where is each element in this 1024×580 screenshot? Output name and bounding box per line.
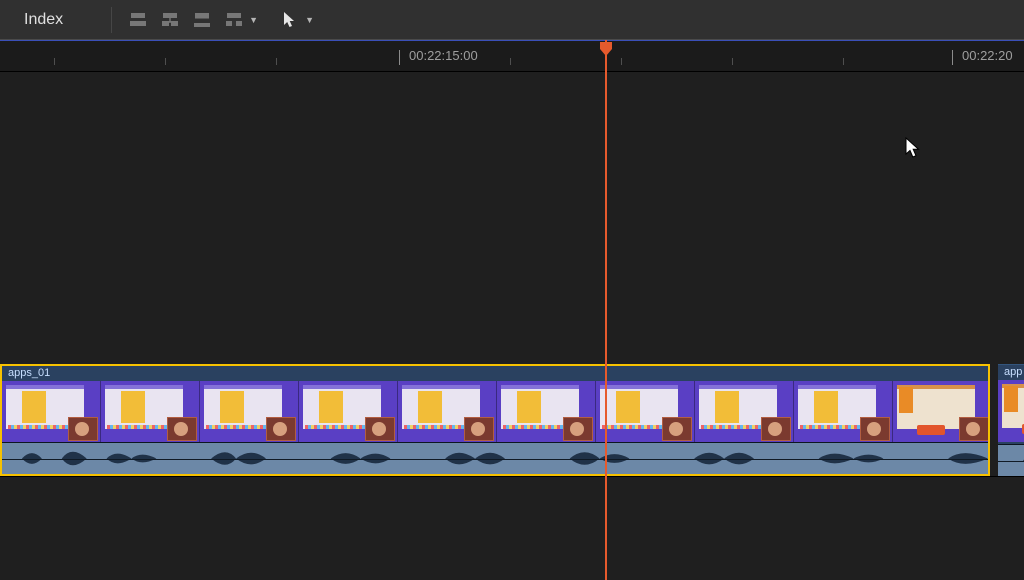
- toolbar: Index ▼ ▼: [0, 0, 1024, 40]
- ruler-minor-tick: [732, 58, 733, 65]
- overwrite-clip-button[interactable]: [222, 10, 246, 30]
- ruler-minor-tick: [54, 58, 55, 65]
- toolbar-divider: [111, 7, 112, 33]
- clip-thumbnail-strip: [998, 380, 1024, 442]
- clip-title-bar: [2, 366, 988, 381]
- timeline-area[interactable]: apps_01 app: [0, 72, 1024, 580]
- ruler-tick: 00:22:20: [962, 48, 1013, 63]
- ruler-minor-tick: [165, 58, 166, 65]
- insert-clip-button[interactable]: [158, 10, 182, 30]
- connect-clip-button[interactable]: [126, 10, 150, 30]
- ruler-minor-tick: [510, 58, 511, 65]
- timeline-ruler[interactable]: 00:22:15:00 00:22:20: [0, 40, 1024, 72]
- clip-label: app: [1004, 366, 1022, 378]
- timeline-clip[interactable]: app: [998, 364, 1024, 476]
- clip-audio-waveform: [2, 442, 988, 474]
- playhead-line[interactable]: [605, 40, 607, 580]
- clip-label: apps_01: [8, 367, 50, 379]
- ruler-tick: 00:22:15:00: [409, 48, 478, 63]
- ruler-minor-tick: [621, 58, 622, 65]
- chevron-down-icon[interactable]: ▼: [249, 15, 258, 25]
- select-tool-button[interactable]: [278, 10, 302, 30]
- ruler-minor-tick: [276, 58, 277, 65]
- timeline-clip[interactable]: apps_01: [0, 364, 990, 476]
- cursor-icon: [905, 137, 925, 157]
- chevron-down-icon[interactable]: ▼: [305, 15, 314, 25]
- playhead-handle[interactable]: [599, 41, 613, 57]
- lane-divider: [0, 476, 1024, 477]
- clip-thumbnail-strip: [2, 381, 988, 443]
- index-button[interactable]: Index: [6, 7, 101, 33]
- ruler-minor-tick: [843, 58, 844, 65]
- clip-audio-waveform: [998, 444, 1024, 476]
- append-clip-button[interactable]: [190, 10, 214, 30]
